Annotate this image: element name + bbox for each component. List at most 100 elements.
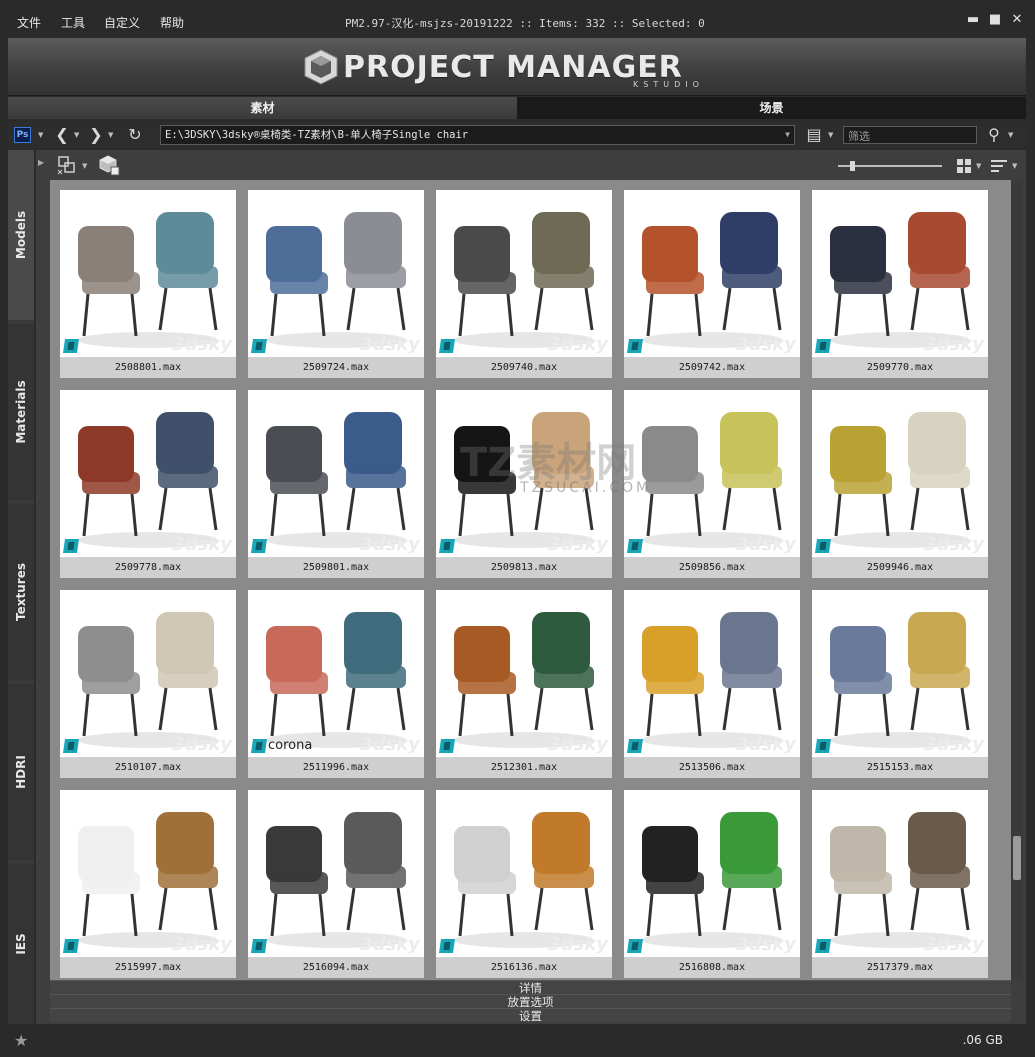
asset-thumbnail[interactable]: 3dsky (248, 190, 424, 357)
chevron-down-icon[interactable]: ▼ (82, 162, 87, 170)
asset-filename: 2510107.max (60, 757, 236, 778)
chevron-down-icon[interactable]: ▼ (1008, 131, 1013, 139)
refresh-icon[interactable]: ↻ (124, 125, 146, 145)
asset-thumbnail[interactable]: 3dsky (812, 390, 988, 557)
chevron-down-icon[interactable]: ▼ (785, 128, 790, 142)
status-bar: ★ .06 GB (0, 1025, 1035, 1057)
watermark-3dsky: 3dsky (172, 334, 232, 355)
asset-card[interactable]: 3dsky 2516094.max (248, 790, 424, 978)
asset-card[interactable]: 3dsky 2509724.max (248, 190, 424, 378)
sidebar-item-hdri[interactable]: HDRI (8, 684, 34, 860)
asset-filename: 2515997.max (60, 957, 236, 978)
asset-thumbnail[interactable]: 3dsky (248, 790, 424, 957)
tab-assets[interactable]: 素材 (8, 97, 517, 119)
asset-card[interactable]: 3dsky 2509946.max (812, 390, 988, 578)
maximize-button[interactable]: ■ (987, 12, 1003, 28)
asset-thumbnail[interactable]: 3dsky (436, 190, 612, 357)
grid-scrollbar[interactable] (1011, 180, 1023, 980)
asset-thumbnail[interactable]: 3dsky (60, 790, 236, 957)
asset-card[interactable]: 3dsky corona 2511996.max (248, 590, 424, 778)
watermark-3dsky: 3dsky (548, 334, 608, 355)
asset-thumbnail[interactable]: 3dsky (436, 790, 612, 957)
asset-card[interactable]: 3dsky 2517379.max (812, 790, 988, 978)
asset-thumbnail[interactable]: 3dsky (624, 590, 800, 757)
asset-card[interactable]: 3dsky 2516808.max (624, 790, 800, 978)
asset-thumbnail[interactable]: 3dsky (812, 790, 988, 957)
asset-card[interactable]: 3dsky 2509856.max (624, 390, 800, 578)
asset-card[interactable]: 3dsky 2509770.max (812, 190, 988, 378)
box-icon[interactable] (98, 154, 120, 176)
asset-card[interactable]: 3dsky 2509740.max (436, 190, 612, 378)
chevron-down-icon[interactable]: ▼ (74, 131, 79, 139)
asset-card[interactable]: 3dsky 2510107.max (60, 590, 236, 778)
asset-card[interactable]: 3dsky 2509778.max (60, 390, 236, 578)
chevron-down-icon[interactable]: ▼ (108, 131, 113, 139)
star-icon[interactable]: ★ (14, 1031, 28, 1050)
chair-preview-image (266, 412, 406, 548)
asset-thumbnail[interactable]: 3dsky (60, 390, 236, 557)
menu-help[interactable]: 帮助 (160, 14, 184, 31)
asset-card[interactable]: 3dsky 2515153.max (812, 590, 988, 778)
asset-filename: 2509801.max (248, 557, 424, 578)
sidebar-item-materials[interactable]: Materials (8, 324, 34, 500)
menu-customize[interactable]: 自定义 (104, 14, 140, 31)
asset-card[interactable]: 3dsky 2509801.max (248, 390, 424, 578)
chair-preview-image (78, 412, 218, 548)
chevron-down-icon[interactable]: ▼ (38, 131, 43, 139)
sidebar-item-models[interactable]: Models (8, 150, 34, 320)
asset-thumbnail[interactable]: 3dsky (812, 190, 988, 357)
chevron-down-icon[interactable]: ▼ (976, 162, 981, 170)
chair-preview-image (830, 812, 970, 948)
grid-view-icon[interactable] (956, 158, 972, 174)
photoshop-icon[interactable]: Ps (14, 127, 31, 143)
chevron-down-icon[interactable]: ▼ (828, 131, 833, 139)
chevron-down-icon[interactable]: ▼ (1012, 162, 1017, 170)
asset-thumbnail[interactable]: 3dsky (812, 590, 988, 757)
asset-card[interactable]: 3dsky 2512301.max (436, 590, 612, 778)
chevron-right-icon[interactable]: ▶ (38, 158, 44, 167)
asset-thumbnail[interactable]: 3dsky (624, 790, 800, 957)
asset-thumbnail[interactable]: 3dsky (248, 390, 424, 557)
asset-thumbnail[interactable]: 3dsky (624, 390, 800, 557)
asset-thumbnail[interactable]: 3dsky corona (248, 590, 424, 757)
asset-card[interactable]: 3dsky 2513506.max (624, 590, 800, 778)
logo: PROJECT MANAGER KSTUDIO (303, 46, 753, 90)
asset-filename: 2509740.max (436, 357, 612, 378)
sidebar-item-ies[interactable]: IES (8, 864, 34, 1024)
filter-list-icon[interactable]: ▤ (804, 125, 824, 145)
title-bar: 文件 工具 自定义 帮助 PM2.97-汉化-msjzs-20191222 ::… (0, 0, 1035, 40)
sync-icon[interactable] (56, 154, 78, 176)
asset-card[interactable]: 3dsky 2508801.max (60, 190, 236, 378)
sidebar-item-textures[interactable]: Textures (8, 504, 34, 680)
zoom-slider-handle (850, 161, 855, 171)
sort-icon[interactable] (990, 158, 1008, 174)
back-arrow-icon[interactable]: ❮ (54, 125, 70, 145)
tab-scenes[interactable]: 场景 (517, 97, 1026, 119)
asset-card[interactable]: 3dsky 2515997.max (60, 790, 236, 978)
menu-file[interactable]: 文件 (17, 14, 41, 31)
menu-tools[interactable]: 工具 (61, 14, 85, 31)
zoom-slider[interactable] (836, 160, 946, 172)
panel-details[interactable]: 详情 (50, 980, 1011, 995)
asset-thumbnail[interactable]: 3dsky (624, 190, 800, 357)
path-input[interactable]: E:\3DSKY\3dsky®桌椅类-TZ素材\B-单人椅子Single cha… (160, 125, 795, 145)
minimize-button[interactable]: ▬ (965, 12, 981, 28)
scrollbar-thumb[interactable] (1013, 836, 1021, 880)
chair-preview-image (642, 612, 782, 748)
close-button[interactable]: ✕ (1009, 12, 1025, 28)
forward-arrow-icon[interactable]: ❯ (88, 125, 104, 145)
asset-thumbnail[interactable]: 3dsky (60, 190, 236, 357)
asset-thumbnail[interactable]: 3dsky (436, 390, 612, 557)
main-tabs: 素材 场景 (8, 97, 1026, 119)
asset-thumbnail[interactable]: 3dsky (60, 590, 236, 757)
chair-preview-image (78, 612, 218, 748)
asset-card[interactable]: 3dsky 2516136.max (436, 790, 612, 978)
asset-card[interactable]: 3dsky 2509813.max (436, 390, 612, 578)
asset-card[interactable]: 3dsky 2509742.max (624, 190, 800, 378)
search-icon[interactable]: ⚲ (984, 125, 1004, 145)
panel-placement-options[interactable]: 放置选项 (50, 994, 1011, 1009)
filter-input[interactable]: 筛选 (843, 126, 977, 144)
panel-settings[interactable]: 设置 (50, 1008, 1011, 1023)
asset-thumbnail[interactable]: 3dsky (436, 590, 612, 757)
3dsmax-icon (251, 539, 267, 553)
